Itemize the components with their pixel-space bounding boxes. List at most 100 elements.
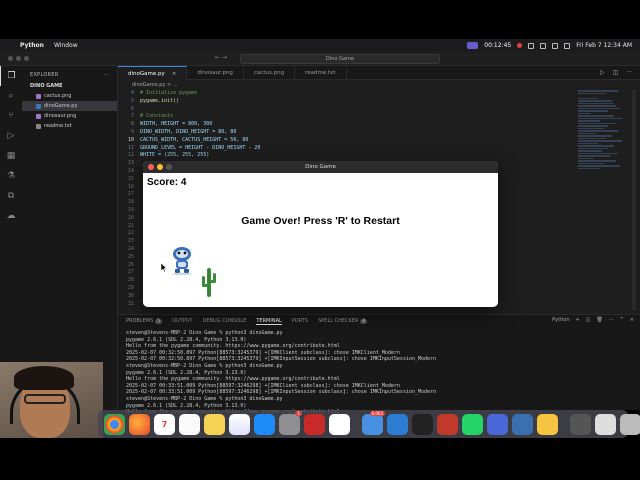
close-panel-icon[interactable]: ×: [630, 317, 634, 323]
run-file-icon[interactable]: ▷: [600, 66, 605, 79]
file-cactus-png[interactable]: cactus.png: [22, 91, 117, 101]
code-line[interactable]: 7 # Constants: [118, 113, 568, 121]
tab-spell-checker[interactable]: SPELL CHECKER 8: [318, 318, 368, 324]
split-editor-icon[interactable]: ◫: [613, 66, 619, 79]
maximize-panel-icon[interactable]: ^: [620, 317, 624, 323]
search-icon[interactable]: ⌕: [0, 86, 22, 106]
minimize-window-icon[interactable]: [16, 56, 21, 61]
line-number: 20: [127, 214, 134, 221]
remote-icon[interactable]: ⧉: [0, 186, 22, 206]
line-number: 16: [127, 183, 134, 190]
app-menu-python[interactable]: Python: [20, 42, 44, 49]
minimap[interactable]: [578, 90, 626, 290]
control-center-icon[interactable]: [564, 42, 571, 49]
notes-icon[interactable]: [204, 413, 225, 435]
pause-icon[interactable]: [528, 42, 535, 49]
folder-dino-game[interactable]: DINO GAME: [22, 82, 117, 91]
more-actions-icon[interactable]: ···: [609, 317, 614, 323]
more-actions-icon[interactable]: ···: [626, 66, 632, 79]
system-settings-icon[interactable]: 1: [279, 410, 302, 435]
vscode-icon[interactable]: [387, 413, 408, 435]
minimap-line: [578, 142, 598, 144]
menubar-clock[interactable]: Fri Feb 7 12:34 AM: [576, 42, 632, 49]
terminal-shell-label[interactable]: Python: [552, 317, 569, 323]
tab-terminal[interactable]: TERMINAL: [256, 318, 282, 325]
python-app-icon[interactable]: [537, 413, 558, 435]
close-window-icon[interactable]: [8, 56, 13, 61]
downloads-icon[interactable]: [570, 413, 591, 435]
maximize-window-icon[interactable]: [166, 164, 172, 170]
search-icon[interactable]: [552, 42, 559, 49]
textedit-icon[interactable]: [329, 413, 350, 435]
calendar-icon[interactable]: 7: [154, 413, 175, 435]
command-center-search[interactable]: Dino Game: [240, 54, 440, 64]
file-dinogame-py[interactable]: dinoGame.py: [22, 101, 117, 111]
tab-ports[interactable]: PORTS: [292, 318, 308, 324]
tab-output[interactable]: OUTPUT: [172, 318, 192, 324]
code-line[interactable]: 11 GROUND_LEVEL = HEIGHT - DINO_HEIGHT - …: [118, 145, 568, 153]
nav-arrows-icon[interactable]: ← →: [215, 54, 227, 61]
editor-scrollbar[interactable]: [632, 90, 636, 310]
code-line[interactable]: 10 CACTUS_WIDTH, CACTUS_HEIGHT = 50, 80: [118, 137, 568, 145]
explorer-icon[interactable]: ❐: [0, 66, 22, 86]
spell-count-badge: 8: [360, 319, 368, 324]
python-launcher-icon[interactable]: [512, 413, 533, 435]
app-store-icon[interactable]: [254, 413, 275, 435]
maximize-window-icon[interactable]: [24, 56, 29, 61]
tab-readme-txt[interactable]: readme.txt: [295, 66, 347, 80]
code-line[interactable]: 9 DINO_WIDTH, DINO_HEIGHT = 80, 80: [118, 129, 568, 137]
screen-recorder-icon[interactable]: [437, 413, 458, 435]
freeform-icon[interactable]: [229, 413, 250, 435]
tab-debug-console[interactable]: DEBUG CONSOLE: [203, 318, 247, 324]
code-line[interactable]: 8 WIDTH, HEIGHT = 800, 300: [118, 121, 568, 129]
code-text: # Constants: [140, 113, 174, 120]
game-window-titlebar[interactable]: Dino Game: [143, 161, 498, 173]
tab-cactus-png[interactable]: cactus.png: [244, 66, 296, 80]
preview-icon[interactable]: [595, 413, 616, 435]
minimap-line: [578, 147, 608, 149]
code-line[interactable]: 12 WHITE = (255, 255, 255): [118, 152, 568, 160]
firefox-icon[interactable]: [129, 413, 150, 435]
more-actions-icon[interactable]: ···: [103, 72, 109, 82]
screen-recorder-icon[interactable]: [467, 42, 479, 49]
terminal-output[interactable]: steven@Stevens-MBP-2 Dino Game % python3…: [118, 327, 640, 419]
extensions-icon[interactable]: ▦: [0, 146, 22, 166]
code-line[interactable]: 5 pygame.init(): [118, 98, 568, 106]
close-tab-icon[interactable]: ×: [172, 67, 177, 81]
mail-icon[interactable]: 6,063: [362, 410, 385, 435]
code-line[interactable]: 6: [118, 106, 568, 114]
trash-icon[interactable]: 🗑: [596, 317, 602, 323]
minimize-window-icon[interactable]: [157, 164, 163, 170]
split-terminal-icon[interactable]: ◫: [586, 317, 591, 323]
trash-icon[interactable]: [620, 413, 640, 435]
discord-icon[interactable]: [487, 413, 508, 435]
text-file-icon: [36, 123, 41, 129]
docker-icon[interactable]: ☁: [0, 206, 22, 226]
minimap-line: [578, 105, 616, 107]
tab-problems[interactable]: PROBLEMS 5: [126, 318, 163, 324]
whatsapp-icon[interactable]: [462, 413, 483, 435]
menu-window[interactable]: Window: [54, 42, 78, 49]
file-dinosaur-png[interactable]: dinosaur.png: [22, 111, 117, 121]
minimap-line: [578, 102, 614, 104]
file-readme-txt[interactable]: readme.txt: [22, 121, 117, 131]
terminal-icon[interactable]: [412, 413, 433, 435]
code-line[interactable]: 4 # Initialize pygame: [118, 90, 568, 98]
new-terminal-icon[interactable]: +: [576, 317, 580, 323]
game-canvas[interactable]: Score: 4 Game Over! Press 'R' to Restart: [143, 173, 498, 307]
record-indicator-icon[interactable]: [517, 43, 523, 48]
panel-actions: Python + ◫ 🗑 ··· ^ ×: [552, 317, 634, 323]
chrome-icon[interactable]: [104, 413, 125, 435]
reminders-icon[interactable]: [179, 413, 200, 435]
breadcrumb[interactable]: dinoGame.py > ...: [132, 82, 178, 88]
close-window-icon[interactable]: [148, 164, 154, 170]
testing-icon[interactable]: ⚗: [0, 166, 22, 186]
tab-dinogame-py[interactable]: dinoGame.py ×: [118, 66, 188, 81]
wifi-icon[interactable]: [540, 42, 547, 49]
minimap-line: [578, 150, 602, 152]
source-control-icon[interactable]: ⑂: [0, 106, 22, 126]
dino-game-window[interactable]: Dino Game Score: 4 Game Over! Press 'R' …: [143, 161, 498, 307]
tab-dinosaur-png[interactable]: dinosaur.png: [187, 66, 244, 80]
acrobat-icon[interactable]: [304, 413, 325, 435]
run-debug-icon[interactable]: ▷: [0, 126, 22, 146]
